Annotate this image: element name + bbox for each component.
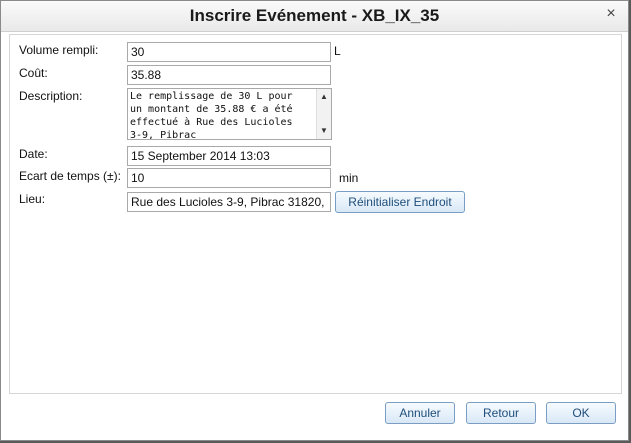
reset-place-button[interactable]: Réinitialiser Endroit (335, 191, 465, 213)
event-dialog: Inscrire Evénement - XB_IX_35 × Volume r… (0, 0, 629, 441)
volume-field[interactable]: 30 (127, 42, 331, 62)
cancel-button[interactable]: Annuler (385, 402, 455, 424)
place-field[interactable]: Rue des Lucioles 3-9, Pibrac 31820, (127, 192, 331, 212)
place-label: Lieu: (19, 192, 46, 206)
description-scrollbar[interactable]: ▲ ▼ (316, 89, 331, 139)
time-gap-field[interactable]: 10 (127, 168, 331, 188)
up-arrow-icon[interactable]: ▲ (319, 92, 329, 102)
dialog-titlebar[interactable]: Inscrire Evénement - XB_IX_35 × (1, 1, 628, 32)
date-label: Date: (19, 147, 48, 161)
description-text: Le remplissage de 30 L pour un montant d… (130, 91, 293, 140)
volume-unit: L (334, 44, 341, 58)
ok-button[interactable]: OK (546, 402, 616, 424)
down-arrow-icon[interactable]: ▼ (319, 126, 329, 136)
close-icon[interactable]: × (604, 6, 618, 22)
date-field[interactable]: 15 September 2014 13:03 (127, 146, 331, 166)
description-textarea[interactable]: Le remplissage de 30 L pour un montant d… (127, 88, 332, 140)
cost-field[interactable]: 35.88 (127, 65, 331, 85)
volume-label: Volume rempli: (19, 43, 99, 57)
cost-label: Coût: (19, 66, 48, 80)
time-gap-unit: min (339, 171, 359, 185)
description-label: Description: (19, 89, 83, 103)
form-panel: Volume rempli: 30 L Coût: 35.88 Descript… (9, 34, 622, 394)
time-gap-label: Ecart de temps (±): (19, 169, 121, 183)
back-button[interactable]: Retour (466, 402, 536, 424)
dialog-title: Inscrire Evénement - XB_IX_35 (189, 6, 440, 25)
